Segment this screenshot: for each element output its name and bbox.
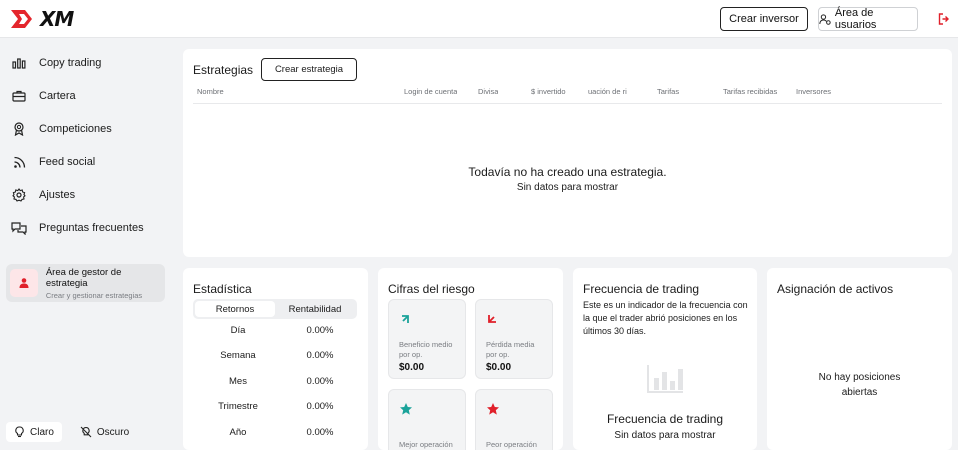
worst-trade-label: Peor operación — [486, 440, 537, 449]
bar-chart-icon — [11, 55, 27, 71]
create-strategy-button[interactable]: Crear estrategia — [261, 58, 357, 81]
stat-value: 0.00% — [306, 427, 334, 438]
sidebar-item-competiciones[interactable]: Competiciones — [0, 115, 174, 143]
assets-title: Asignación de activos — [777, 282, 894, 296]
sidebar-item-label: Ajustes — [39, 189, 76, 201]
avg-loss-value: $0.00 — [486, 362, 512, 373]
user-area-label: Área de usuarios — [834, 7, 877, 31]
column-header-fees-received[interactable]: Tarifas recibidas — [723, 87, 777, 96]
empty-state-title: Todavía no ha creado una estrategia. — [468, 165, 667, 179]
table-header-divider — [193, 103, 942, 104]
frequency-description: Este es un indicador de la frecuencia co… — [583, 300, 748, 336]
tab-profitability[interactable]: Rentabilidad — [275, 301, 355, 317]
bar-chart-placeholder-icon — [646, 364, 684, 399]
theme-dark-label: Oscuro — [96, 426, 130, 438]
column-header-fees[interactable]: Tarifas — [657, 87, 679, 96]
column-header-invested[interactable]: $ invertido — [531, 87, 566, 96]
user-area-button[interactable]: Área de usuarios — [818, 7, 918, 31]
trading-frequency-card: Frecuencia de trading Este es un indicad… — [573, 268, 757, 450]
sidebar-item-cartera[interactable]: Cartera — [0, 82, 174, 110]
column-header-login[interactable]: Login de cuenta — [404, 87, 457, 96]
sidebar-item-ajustes[interactable]: Ajustes — [0, 181, 174, 209]
create-investor-button[interactable]: Crear inversor — [720, 7, 808, 31]
statistics-title: Estadística — [193, 282, 252, 296]
award-icon — [11, 121, 27, 137]
best-trade-label: Mejor operación — [399, 440, 453, 449]
stat-row-month: Mes 0.00% — [193, 376, 357, 390]
avg-loss-tile: Pérdida media por op. $0.00 — [475, 299, 553, 379]
user-settings-icon — [819, 13, 831, 25]
manager-title: Área de gestor de estrategia — [45, 266, 122, 289]
tab-returns[interactable]: Retornos — [195, 301, 275, 317]
logo-text: XM — [40, 7, 74, 31]
stat-value: 0.00% — [306, 376, 334, 387]
avg-profit-label: Beneficio medio por op. — [399, 340, 453, 359]
rss-icon — [11, 154, 27, 170]
stat-row-day: Día 0.00% — [193, 325, 357, 339]
stat-row-year: Año 0.00% — [193, 427, 357, 441]
avg-loss-label: Pérdida media por op. — [486, 340, 535, 359]
risk-title: Cifras del riesgo — [388, 282, 475, 296]
frequency-title: Frecuencia de trading — [583, 282, 700, 296]
stat-label: Semana — [220, 350, 256, 361]
strategy-manager-area[interactable]: Área de gestor de estrategia Crear y ges… — [6, 264, 165, 302]
manager-subtitle: Crear y gestionar estrategias — [45, 290, 143, 300]
sidebar-item-label: Competiciones — [39, 123, 112, 135]
logout-icon[interactable] — [938, 12, 950, 30]
sidebar-item-label: Preguntas frecuentes — [39, 222, 144, 234]
stat-value: 0.00% — [306, 325, 334, 336]
avg-profit-value: $0.00 — [399, 362, 425, 373]
stat-row-week: Semana 0.00% — [193, 350, 357, 364]
stats-segmented-control: Retornos Rentabilidad — [193, 299, 357, 319]
statistics-card: Estadística Retornos Rentabilidad Día 0.… — [183, 268, 368, 450]
column-header-name[interactable]: Nombre — [197, 87, 224, 96]
frequency-empty-subtitle: Sin datos para mostrar — [614, 430, 716, 441]
stat-value: 0.00% — [306, 350, 334, 361]
column-header-risk-score[interactable]: uación de ri — [588, 87, 630, 96]
sidebar-item-label: Feed social — [39, 156, 96, 168]
gear-icon — [11, 187, 27, 203]
stat-label: Año — [229, 427, 247, 438]
stat-label: Día — [230, 325, 246, 336]
theme-dark-option[interactable]: Oscuro — [72, 422, 137, 442]
best-trade-tile: Mejor operación — [388, 389, 466, 450]
assets-empty-state: No hay posiciones abiertas — [818, 372, 901, 398]
trend-down-icon — [486, 312, 498, 330]
avg-profit-tile: Beneficio medio por op. $0.00 — [388, 299, 466, 379]
xm-logo[interactable]: XM — [10, 7, 74, 31]
briefcase-icon — [11, 88, 27, 104]
trend-up-icon — [399, 312, 411, 330]
worst-trade-tile: Peor operación — [475, 389, 553, 450]
chat-icon — [11, 220, 27, 236]
sidebar-item-faq[interactable]: Preguntas frecuentes — [0, 214, 174, 242]
empty-state-subtitle: Sin datos para mostrar — [516, 182, 619, 193]
lightbulb-icon — [15, 426, 24, 438]
stat-label: Trimestre — [218, 401, 258, 412]
stat-label: Mes — [229, 376, 247, 387]
lightbulb-off-icon — [80, 426, 92, 438]
sidebar-item-label: Copy trading — [39, 57, 102, 69]
column-header-currency[interactable]: Divisa — [478, 87, 498, 96]
sidebar: Copy trading Cartera Competiciones Feed … — [0, 39, 174, 450]
sidebar-item-copy-trading[interactable]: Copy trading — [0, 49, 174, 77]
strategies-title: Estrategias — [193, 63, 254, 77]
stat-value: 0.00% — [306, 401, 334, 412]
sidebar-item-feed-social[interactable]: Feed social — [0, 148, 174, 176]
risk-figures-card: Cifras del riesgo Beneficio medio por op… — [378, 268, 563, 450]
theme-light-option[interactable]: Claro — [6, 422, 62, 442]
column-header-investors[interactable]: Inversores — [796, 87, 831, 96]
frequency-empty-title: Frecuencia de trading — [606, 412, 724, 426]
strategies-card: Estrategias Crear estrategia Nombre Logi… — [183, 49, 952, 257]
asset-allocation-card: Asignación de activos No hay posiciones … — [767, 268, 952, 450]
theme-toggle: Claro Oscuro — [6, 422, 148, 442]
sidebar-item-label: Cartera — [39, 90, 76, 102]
xm-logo-mark — [11, 10, 32, 28]
star-teal-icon — [399, 402, 413, 421]
stat-row-quarter: Trimestre 0.00% — [193, 401, 357, 415]
manager-user-icon — [10, 269, 38, 297]
theme-light-label: Claro — [30, 426, 54, 438]
top-bar: XM Crear inversor Área de usuarios — [0, 0, 958, 38]
star-red-icon — [486, 402, 500, 421]
